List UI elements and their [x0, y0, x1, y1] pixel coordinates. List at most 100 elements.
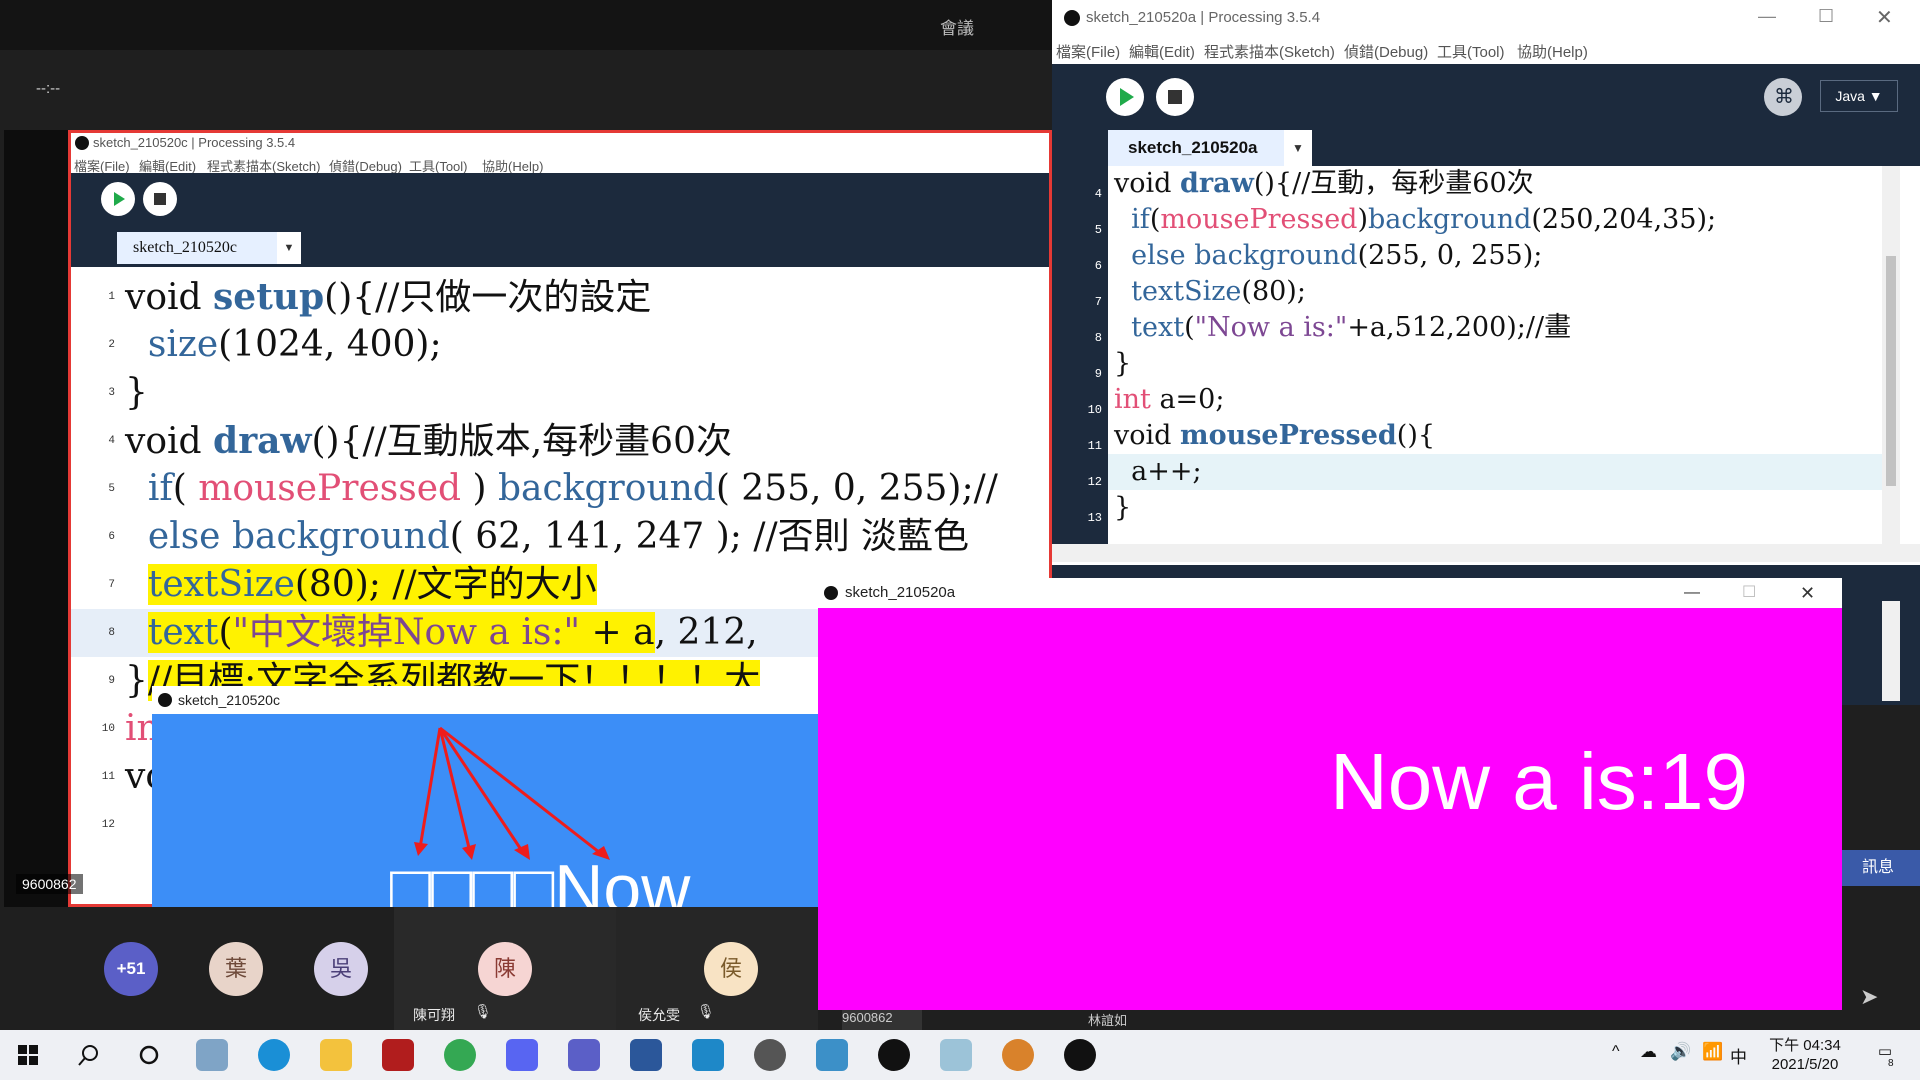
avatar[interactable]: 葉: [209, 942, 263, 996]
processing-ide-window: sketch_210520a | Processing 3.5.4 — ☐ ✕ …: [1052, 0, 1920, 565]
app-icon[interactable]: [940, 1039, 972, 1071]
scrollbar-thumb[interactable]: [1886, 256, 1896, 486]
code-editor[interactable]: void draw(){//互動，每秒畫60次 if(mousePressed)…: [1052, 166, 1920, 544]
ime-indicator[interactable]: 中: [1730, 1043, 1747, 1068]
windows-start-icon[interactable]: [18, 1045, 38, 1065]
chevron-up-icon[interactable]: ^: [1612, 1043, 1620, 1061]
close-icon[interactable]: ✕: [1800, 578, 1815, 608]
butterfly-icon: ⌘: [1774, 86, 1794, 108]
menu-file[interactable]: 檔案(File): [1056, 41, 1120, 62]
avatar[interactable]: 侯: [704, 942, 758, 996]
code-line: 1 void setup(){//只做一次的設定: [108, 276, 652, 318]
processing-logo-icon: [824, 586, 838, 600]
clock-time: 下午 04:34: [1769, 1037, 1841, 1054]
app-icon[interactable]: [382, 1039, 414, 1071]
menu-help[interactable]: 協助(Help): [1517, 41, 1588, 62]
code-line: int a=0;: [1114, 384, 1225, 415]
horizontal-scrollbar[interactable]: [1052, 544, 1920, 562]
maximize-icon[interactable]: ☐: [1818, 6, 1834, 27]
sketch-c-titlebar: sketch_210520c: [152, 686, 822, 714]
tab-menu-arrow[interactable]: ▼: [277, 232, 301, 264]
stop-button[interactable]: [143, 182, 177, 216]
avatar[interactable]: 陳: [478, 942, 532, 996]
line-number: 13: [1087, 511, 1102, 525]
edge-icon[interactable]: [258, 1039, 290, 1071]
stop-icon: [1168, 90, 1182, 104]
code-line: 4 void draw(){//互動版本,每秒畫60次: [108, 420, 732, 462]
app-icon[interactable]: [816, 1039, 848, 1071]
cortana-icon[interactable]: [138, 1044, 160, 1066]
tab-menu-arrow[interactable]: ▼: [1284, 130, 1312, 166]
presenter-tag: 9600862: [16, 874, 83, 894]
menu-edit[interactable]: 編輯(Edit): [1129, 41, 1195, 62]
discord-icon[interactable]: [506, 1039, 538, 1071]
meeting-timer: --:--: [36, 80, 61, 97]
sketch-c-canvas[interactable]: □□□□Now: [152, 714, 822, 907]
notification-count: 8: [1888, 1058, 1894, 1069]
menu-tool[interactable]: 工具(Tool): [1437, 41, 1505, 62]
line-number-gutter: 4 5 6 7 8 9 10 11 12 13: [1052, 166, 1108, 544]
maximize-icon[interactable]: ☐: [1742, 578, 1756, 608]
console-scrollbar[interactable]: [1882, 601, 1900, 701]
chrome-icon[interactable]: [444, 1039, 476, 1071]
clock[interactable]: 下午 04:34 2021/5/20: [1762, 1036, 1848, 1074]
mic-muted-icon: 🎙: [474, 1003, 492, 1019]
network-icon[interactable]: ☁: [1640, 1042, 1657, 1062]
tab-sketch-210520c[interactable]: sketch_210520c: [117, 232, 277, 264]
file-explorer-icon[interactable]: [320, 1039, 352, 1071]
wifi-icon[interactable]: 📶: [1702, 1042, 1723, 1062]
teams-icon[interactable]: [568, 1039, 600, 1071]
menu-debug[interactable]: 偵錯(Debug): [1344, 41, 1428, 62]
word-icon[interactable]: [630, 1039, 662, 1071]
menu-sketch[interactable]: 程式素描本(Sketch): [1204, 41, 1335, 62]
code-line: else background(255, 0, 255);: [1131, 240, 1543, 271]
volume-icon[interactable]: 🔊: [1670, 1042, 1691, 1062]
line-number: 10: [1087, 403, 1102, 417]
tab-sketch-210520a[interactable]: sketch_210520a: [1108, 130, 1284, 166]
line-number: 9: [1094, 367, 1102, 381]
search-icon[interactable]: [78, 1044, 100, 1066]
message-button[interactable]: 訊息: [1836, 850, 1920, 886]
sketch-a-canvas[interactable]: Now a is:19: [818, 608, 1842, 1010]
sketch-a-text: Now a is:19: [1330, 737, 1748, 826]
more-participants-avatar[interactable]: +51: [104, 942, 158, 996]
ide-toolbar: ⌘ Java ▼: [1052, 64, 1920, 128]
debugger-button[interactable]: ⌘: [1764, 78, 1802, 116]
app-icon[interactable]: [692, 1039, 724, 1071]
processing-icon[interactable]: [878, 1039, 910, 1071]
code-line: 2 size(1024, 400);: [108, 324, 442, 365]
app-icon[interactable]: [1002, 1039, 1034, 1071]
close-icon[interactable]: ✕: [1876, 5, 1893, 30]
code-line: 3}: [108, 372, 148, 413]
code-line: if(mousePressed)background(250,204,35);: [1131, 204, 1717, 235]
code-line: 5 if( mousePressed ) background( 255, 0,…: [108, 468, 998, 509]
run-button[interactable]: [101, 182, 135, 216]
line-number: 12: [1087, 475, 1102, 489]
sketch-c-text: □□□□Now: [390, 851, 691, 907]
sketch-c-title: sketch_210520c: [178, 692, 280, 708]
meeting-title: 會議: [940, 19, 974, 38]
processing-logo-icon: [75, 136, 89, 150]
code-line: }: [1114, 348, 1132, 379]
play-icon: [103, 184, 133, 214]
mode-select[interactable]: Java ▼: [1820, 80, 1898, 112]
minimize-icon[interactable]: —: [1758, 6, 1776, 27]
processing-sketch-icon[interactable]: [1064, 1039, 1096, 1071]
avatar[interactable]: 吳: [314, 942, 368, 996]
settings-icon[interactable]: [754, 1039, 786, 1071]
sketch-c-window: sketch_210520c □□□□Now: [152, 686, 822, 907]
sketch-a-titlebar: sketch_210520a — ☐ ✕: [818, 578, 1842, 608]
run-button[interactable]: [1106, 78, 1144, 116]
vertical-scrollbar[interactable]: [1882, 166, 1900, 544]
code-line: textSize(80);: [1131, 276, 1306, 307]
sketch-a-window: sketch_210520a — ☐ ✕ Now a is:19: [818, 578, 1842, 1010]
stop-button[interactable]: [1156, 78, 1194, 116]
minimize-icon[interactable]: —: [1684, 578, 1700, 608]
processing-logo-icon: [158, 693, 172, 707]
send-icon[interactable]: ➤: [1860, 984, 1878, 1010]
meeting-header: [0, 0, 1052, 50]
app-icon[interactable]: [196, 1039, 228, 1071]
notification-icon[interactable]: ▭: [1870, 1042, 1900, 1068]
clock-date: 2021/5/20: [1771, 1056, 1839, 1073]
windows-taskbar: ^ ☁ 🔊 📶 中 ▭ 8: [0, 1030, 1920, 1080]
